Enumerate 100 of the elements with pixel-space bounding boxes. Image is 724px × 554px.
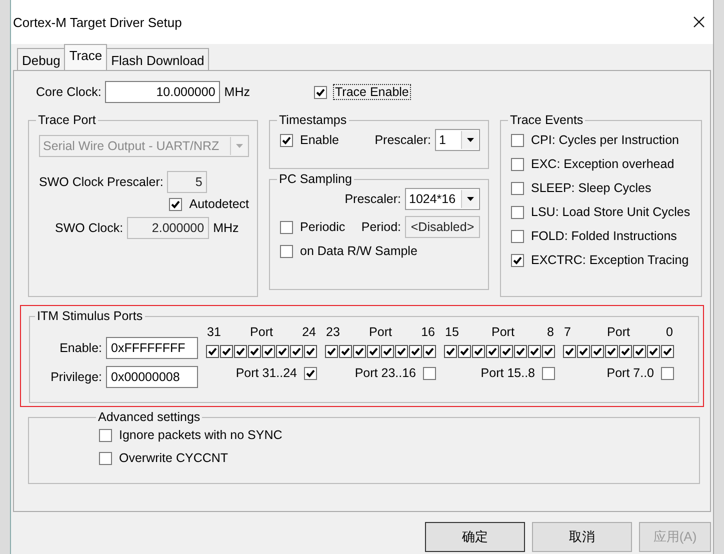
checkbox[interactable] [99, 428, 112, 442]
checkbox[interactable] [591, 345, 604, 358]
checkbox[interactable] [633, 345, 646, 358]
checkbox-label: Port 23..16 [354, 366, 416, 380]
checkbox-label: Periodic [300, 220, 346, 234]
input-field[interactable]: 0x00000008 [106, 366, 198, 388]
checkbox-label: EXC: Exception overhead [531, 157, 674, 171]
checkbox[interactable] [262, 345, 275, 358]
dropdown[interactable]: 1024*16 [405, 188, 480, 210]
close-icon[interactable] [693, 16, 705, 28]
checkbox[interactable] [234, 345, 247, 358]
checkbox[interactable] [661, 366, 674, 380]
checkbox[interactable] [511, 230, 524, 242]
port-caption: Port [250, 325, 273, 339]
checkbox[interactable] [280, 134, 293, 146]
dialog-button[interactable]: 确定 [425, 522, 525, 552]
checkbox[interactable] [511, 134, 524, 146]
checkbox[interactable] [220, 345, 233, 358]
checkbox[interactable] [206, 345, 219, 358]
input-field[interactable]: 5 [167, 171, 208, 193]
checkbox[interactable] [661, 345, 674, 358]
checkbox[interactable] [423, 345, 436, 358]
group-title: Timestamps [278, 113, 348, 127]
port-number: 23 [326, 325, 340, 339]
checkbox-label: Port 15..8 [480, 366, 535, 380]
input-field[interactable]: 2.000000 [127, 217, 210, 239]
port-number: 0 [666, 325, 673, 339]
field-label: Prescaler: [374, 133, 431, 147]
checkbox-label: Enable [300, 133, 339, 147]
tab[interactable]: Trace [64, 44, 108, 70]
checkbox[interactable] [511, 158, 524, 170]
checkbox[interactable] [290, 345, 303, 358]
checkbox[interactable] [500, 345, 513, 358]
checkbox[interactable] [325, 345, 338, 358]
checkbox[interactable] [409, 345, 422, 358]
field-label: Privilege: [50, 370, 102, 384]
checkbox[interactable] [577, 345, 590, 358]
unit-label: MHz [224, 85, 250, 99]
dropdown[interactable]: 1 [435, 129, 480, 151]
dialog-button[interactable]: 取消 [532, 522, 632, 552]
input-field[interactable]: 0xFFFFFFFF [106, 337, 198, 359]
checkbox[interactable] [395, 345, 408, 358]
checkbox[interactable] [647, 345, 660, 358]
group-title: Trace Port [37, 113, 97, 127]
checkbox[interactable] [563, 345, 576, 358]
checkbox-label: Port 31..24 [236, 366, 297, 380]
checkbox[interactable] [169, 198, 182, 210]
checkbox[interactable] [353, 345, 366, 358]
port-caption: Port [369, 325, 392, 339]
checkbox[interactable] [486, 345, 499, 358]
tab[interactable]: Debug [17, 48, 66, 70]
port-number: 24 [302, 325, 316, 339]
unit-label: MHz [213, 221, 239, 235]
checkbox-label: LSU: Load Store Unit Cycles [531, 205, 690, 219]
checkbox[interactable] [511, 182, 524, 194]
group-title: Advanced settings [97, 410, 202, 424]
checkbox[interactable] [542, 345, 555, 358]
checkbox[interactable] [367, 345, 380, 358]
group-title: ITM Stimulus Ports [36, 309, 144, 323]
checkbox[interactable] [304, 366, 317, 380]
checkbox-label: CPI: Cycles per Instruction [531, 133, 679, 147]
caret-icon [466, 138, 474, 142]
checkbox[interactable] [605, 345, 618, 358]
input-field[interactable]: <Disabled> [405, 216, 480, 238]
caret-icon [466, 197, 474, 201]
checkbox[interactable] [511, 254, 524, 266]
checkbox[interactable] [280, 220, 293, 234]
field-label: SWO Clock Prescaler: [39, 175, 164, 189]
field-label: Enable: [60, 341, 102, 355]
checkbox-label: Ignore packets with no SYNC [119, 428, 282, 442]
input-field[interactable]: 10.000000 [105, 81, 220, 103]
checkbox-label: Autodetect [189, 197, 249, 211]
checkbox[interactable] [280, 244, 293, 258]
port-number: 15 [445, 325, 459, 339]
checkbox[interactable] [458, 345, 471, 358]
checkbox[interactable] [542, 366, 555, 380]
checkbox[interactable] [276, 345, 289, 358]
checkbox[interactable] [99, 452, 112, 464]
checkbox[interactable] [423, 366, 436, 380]
field-label: SWO Clock: [55, 221, 124, 235]
port-number: 31 [207, 325, 221, 339]
checkbox[interactable] [511, 206, 524, 218]
checkbox-label: on Data R/W Sample [300, 244, 418, 258]
tab[interactable]: Flash Download [106, 48, 210, 70]
window-title: Cortex-M Target Driver Setup [13, 14, 182, 30]
checkbox[interactable] [314, 86, 327, 98]
checkbox[interactable] [444, 345, 457, 358]
port-number: 7 [564, 325, 571, 339]
checkbox[interactable] [381, 345, 394, 358]
checkbox[interactable] [514, 345, 527, 358]
checkbox[interactable] [472, 345, 485, 358]
checkbox[interactable] [339, 345, 352, 358]
checkbox-label: Overwrite CYCCNT [119, 451, 228, 465]
checkbox-label: FOLD: Folded Instructions [531, 229, 677, 243]
checkbox[interactable] [528, 345, 541, 358]
checkbox[interactable] [304, 345, 317, 358]
checkbox-label: SLEEP: Sleep Cycles [531, 181, 652, 195]
checkbox-label: Port 7..0 [606, 366, 654, 380]
checkbox[interactable] [619, 345, 632, 358]
checkbox[interactable] [248, 345, 261, 358]
